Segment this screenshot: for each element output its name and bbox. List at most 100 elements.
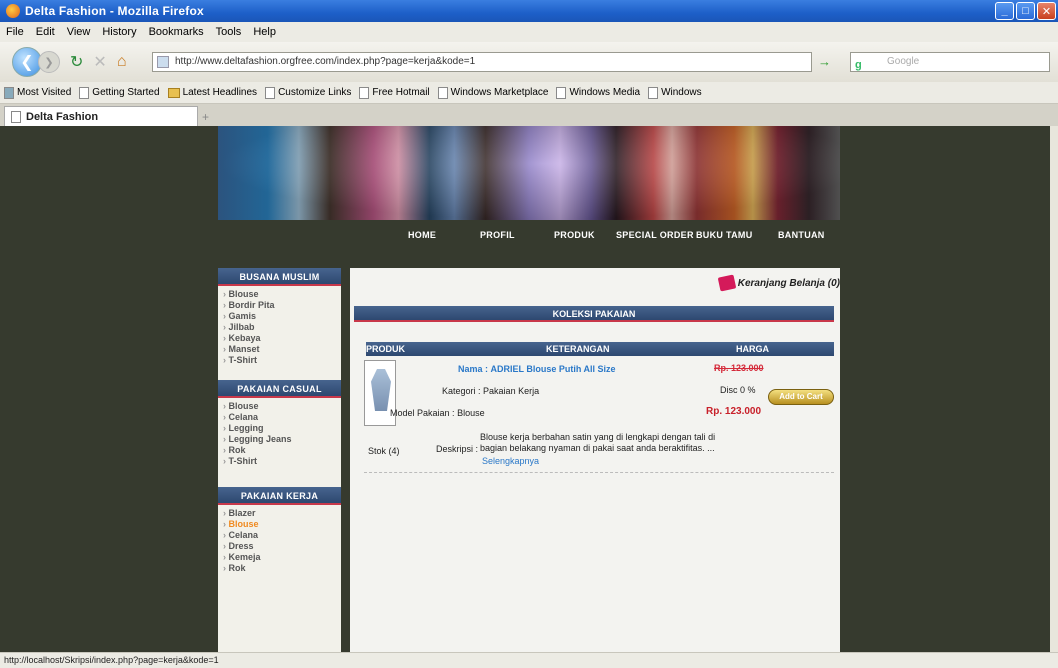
window-title: Delta Fashion - Mozilla Firefox: [25, 4, 204, 18]
sidebar-item[interactable]: Blouse: [218, 401, 341, 412]
bookmark-label: Most Visited: [17, 87, 72, 98]
forward-button[interactable]: ❯: [38, 51, 60, 73]
column-header-produk: PRODUK: [366, 344, 406, 354]
sidebar-item[interactable]: Legging Jeans: [218, 434, 341, 445]
bookmark-icon: [4, 86, 14, 99]
reload-icon[interactable]: ↻: [70, 52, 83, 72]
site-nav: HOME PROFIL PRODUK SPECIAL ORDER BUKU TA…: [218, 220, 840, 256]
go-icon[interactable]: →: [818, 54, 831, 69]
menu-bar: File Edit View History Bookmarks Tools H…: [0, 22, 1058, 42]
category-row: Kategori : Pakaian Kerja: [442, 386, 539, 396]
bookmark-item[interactable]: Windows Marketplace: [437, 86, 548, 99]
bookmark-item[interactable]: Getting Started: [79, 86, 160, 99]
sidebar-heading: BUSANA MUSLIM: [218, 268, 341, 286]
nav-bantuan[interactable]: BANTUAN: [778, 230, 825, 240]
sidebar-item[interactable]: Blouse: [218, 289, 341, 300]
page-icon: [648, 86, 659, 99]
close-button[interactable]: ✕: [1037, 2, 1056, 20]
bookmark-label: Latest Headlines: [182, 87, 258, 98]
new-tab-button[interactable]: +: [202, 110, 209, 124]
category-value: Pakaian Kerja: [483, 386, 540, 396]
menu-edit[interactable]: Edit: [36, 26, 55, 38]
bookmark-item[interactable]: Windows Media: [556, 86, 640, 99]
sidebar-item[interactable]: Celana: [218, 530, 341, 541]
sidebar-item[interactable]: Dress: [218, 541, 341, 552]
bookmark-item[interactable]: Most Visited: [4, 86, 72, 99]
minimize-button[interactable]: _: [995, 2, 1014, 20]
nav-home[interactable]: HOME: [408, 230, 436, 240]
page-favicon: [157, 56, 169, 68]
vertical-scrollbar[interactable]: [1050, 126, 1058, 652]
description-label: Deskripsi :: [436, 444, 479, 454]
bookmark-item[interactable]: Customize Links: [265, 86, 352, 99]
category-sidebar: BUSANA MUSLIM Blouse Bordir Pita Gamis J…: [218, 268, 341, 652]
model-value: Blouse: [457, 408, 485, 418]
product-description: Blouse kerja berbahan satin yang di leng…: [480, 432, 716, 453]
bookmark-label: Customize Links: [278, 87, 352, 98]
page-icon: [359, 86, 370, 99]
column-header-keterangan: KETERANGAN: [546, 344, 610, 354]
model-label: Model Pakaian :: [390, 408, 455, 418]
sidebar-item[interactable]: Gamis: [218, 311, 341, 322]
read-more-link[interactable]: Selengkapnya: [482, 456, 539, 466]
sidebar-item[interactable]: T-Shirt: [218, 456, 341, 467]
page-viewport: HOME PROFIL PRODUK SPECIAL ORDER BUKU TA…: [0, 126, 1050, 652]
sidebar-item[interactable]: Rok: [218, 445, 341, 456]
shopping-cart-link[interactable]: Keranjang Belanja (0): [717, 274, 840, 292]
collection-heading: KOLEKSI PAKAIAN: [354, 306, 834, 322]
search-placeholder: Google: [887, 56, 920, 67]
nav-special-order[interactable]: SPECIAL ORDER: [616, 230, 694, 240]
sidebar-item[interactable]: Celana: [218, 412, 341, 423]
sidebar-item[interactable]: Blazer: [218, 508, 341, 519]
menu-tools[interactable]: Tools: [216, 26, 242, 38]
bookmark-item[interactable]: Free Hotmail: [359, 86, 430, 99]
nav-buku-tamu[interactable]: BUKU TAMU: [696, 230, 753, 240]
add-to-cart-button[interactable]: Add to Cart: [768, 389, 834, 405]
shopping-bag-icon: [717, 274, 737, 292]
sidebar-item-active[interactable]: Blouse: [218, 519, 341, 530]
product-price: Rp. 123.000: [706, 406, 762, 417]
menu-view[interactable]: View: [67, 26, 91, 38]
menu-help[interactable]: Help: [253, 26, 276, 38]
menu-file[interactable]: File: [6, 26, 24, 38]
bookmark-label: Windows: [661, 87, 702, 98]
tab-title: Delta Fashion: [26, 110, 99, 123]
category-label: Kategori :: [442, 386, 481, 396]
title-bar: Delta Fashion - Mozilla Firefox _ □ ✕: [0, 0, 1058, 22]
navigation-toolbar: ❮ ❯ ↻ ✕ ⌂ http://www.deltafashion.orgfre…: [0, 42, 1058, 82]
main-content: Keranjang Belanja (0) KOLEKSI PAKAIAN PR…: [350, 268, 840, 652]
sidebar-item[interactable]: Rok: [218, 563, 341, 574]
url-text: http://www.deltafashion.orgfree.com/inde…: [175, 56, 476, 67]
page-icon: [437, 86, 448, 99]
home-icon[interactable]: ⌂: [117, 53, 127, 71]
sidebar-item[interactable]: Manset: [218, 344, 341, 355]
old-price: Rp. 123.000: [714, 363, 764, 373]
page-icon: [556, 86, 567, 99]
maximize-button[interactable]: □: [1016, 2, 1035, 20]
bookmark-item[interactable]: Latest Headlines: [167, 87, 258, 98]
sidebar-item[interactable]: Legging: [218, 423, 341, 434]
name-label: Nama :: [458, 364, 489, 374]
menu-history[interactable]: History: [102, 26, 136, 38]
site-container: HOME PROFIL PRODUK SPECIAL ORDER BUKU TA…: [218, 126, 840, 652]
search-engine-icon[interactable]: g: [855, 56, 862, 74]
bookmarks-toolbar: Most Visited Getting Started Latest Head…: [0, 82, 1058, 104]
cart-label: Keranjang Belanja (0): [737, 277, 840, 289]
tab-delta-fashion[interactable]: Delta Fashion: [4, 106, 198, 126]
menu-bookmarks[interactable]: Bookmarks: [149, 26, 204, 38]
sidebar-item[interactable]: Kebaya: [218, 333, 341, 344]
nav-produk[interactable]: PRODUK: [554, 230, 595, 240]
sidebar-item[interactable]: T-Shirt: [218, 355, 341, 366]
search-input[interactable]: g Google: [850, 52, 1050, 72]
stop-icon[interactable]: ✕: [93, 52, 106, 72]
model-row: Model Pakaian : Blouse: [390, 408, 485, 418]
sidebar-item[interactable]: Jilbab: [218, 322, 341, 333]
product-name[interactable]: ADRIEL Blouse Putih All Size: [491, 364, 616, 374]
status-text: http://localhost/Skripsi/index.php?page=…: [4, 655, 219, 665]
sidebar-item[interactable]: Bordir Pita: [218, 300, 341, 311]
nav-profil[interactable]: PROFIL: [480, 230, 515, 240]
sidebar-item[interactable]: Kemeja: [218, 552, 341, 563]
window-controls: _ □ ✕: [995, 2, 1056, 20]
url-input[interactable]: http://www.deltafashion.orgfree.com/inde…: [152, 52, 812, 72]
bookmark-item[interactable]: Windows: [648, 86, 702, 99]
